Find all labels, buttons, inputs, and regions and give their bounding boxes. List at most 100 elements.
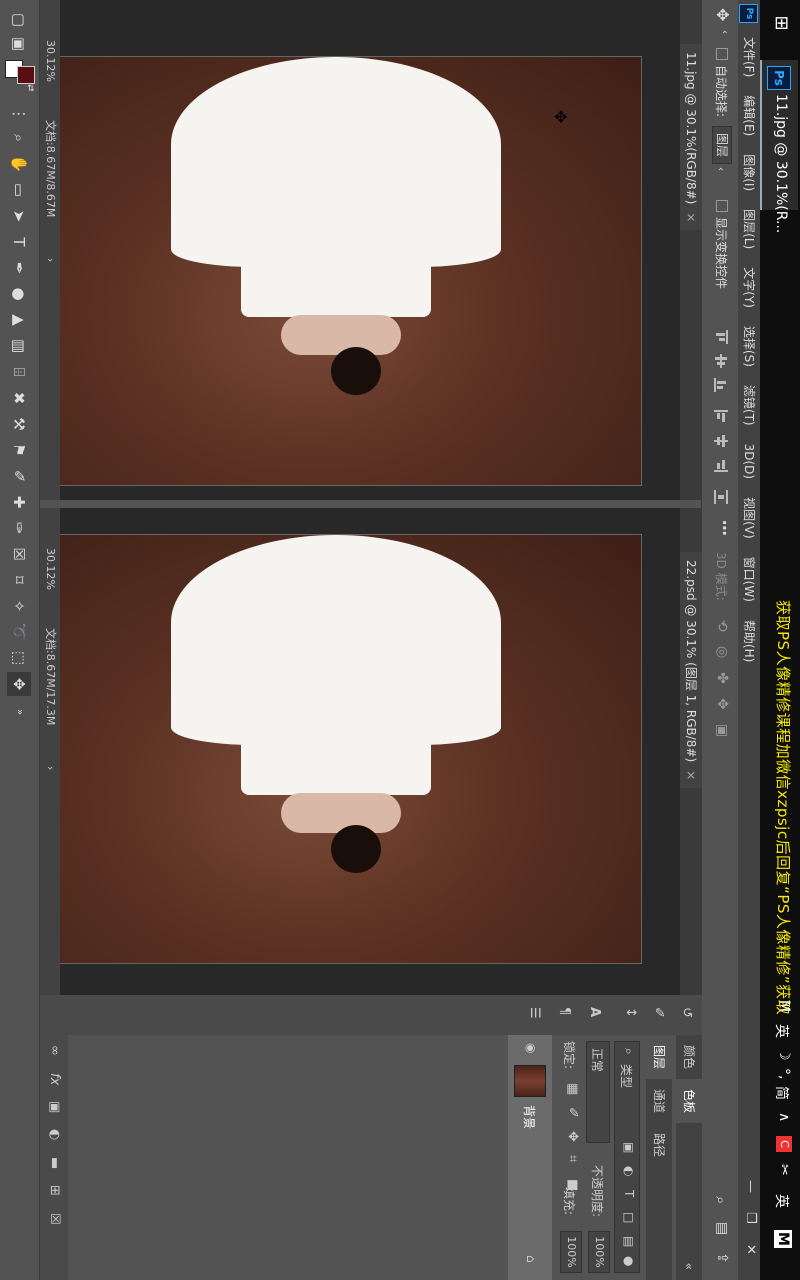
frame-tool-icon[interactable]: ☒: [7, 542, 31, 566]
menu-filter[interactable]: 滤镜(T): [738, 376, 760, 435]
tray-ime-label[interactable]: 英: [772, 1194, 792, 1208]
blend-mode-select[interactable]: 正常: [586, 1041, 610, 1143]
canvas-area-2[interactable]: [38, 508, 680, 995]
menu-type[interactable]: 文字(Y): [738, 258, 760, 317]
opacity-input[interactable]: 100%: [588, 1231, 610, 1273]
fx-icon[interactable]: fx: [47, 1073, 62, 1085]
healing-brush-icon[interactable]: ✚: [7, 490, 31, 514]
tray-app-icon[interactable]: C: [776, 1136, 792, 1152]
align-bottom-icon[interactable]: [714, 378, 728, 392]
menu-select[interactable]: 选择(S): [738, 317, 760, 376]
menu-image[interactable]: 图像(I): [738, 145, 760, 200]
menu-help[interactable]: 帮助(H): [738, 611, 760, 671]
shape-tool-icon[interactable]: ▭: [7, 178, 31, 202]
history-brush-icon[interactable]: ⚒: [7, 412, 31, 436]
delete-layer-icon[interactable]: ☒: [47, 1213, 62, 1225]
move-tool-preset-icon[interactable]: ✥: [713, 8, 732, 21]
lasso-tool-icon[interactable]: ➰: [7, 620, 31, 644]
document-tab-1[interactable]: 11.jpg @ 30.1%(RGB/8#) ×: [680, 44, 702, 231]
brush-settings-icon[interactable]: ✐: [651, 1007, 666, 1018]
filter-smart-icon[interactable]: ▤: [622, 1236, 636, 1247]
document-tab-2[interactable]: 22.psd @ 30.1% (图层 1, RGB/8#) ×: [680, 552, 702, 789]
hand-tool-icon[interactable]: ✋: [7, 152, 31, 176]
properties-icon[interactable]: ☰: [527, 1007, 542, 1019]
3d-pan-icon[interactable]: ✤: [714, 672, 730, 684]
zoom-tool-icon[interactable]: ⌕: [7, 126, 31, 150]
panel-collapse-icon[interactable]: «: [676, 1253, 702, 1280]
tray-expand-icon[interactable]: ∧: [776, 1112, 792, 1122]
align-horizontal-center-icon[interactable]: [714, 434, 728, 448]
adjustment-layer-icon[interactable]: ◐: [47, 1129, 62, 1140]
tab-color[interactable]: 颜色: [676, 1035, 702, 1079]
menu-3d[interactable]: 3D(D): [738, 435, 760, 488]
move-tool-icon[interactable]: ✥: [7, 672, 31, 696]
3d-orbit-icon[interactable]: ⟲: [714, 620, 730, 632]
tray-simplified-label[interactable]: 简: [772, 1086, 792, 1100]
zoom-level[interactable]: 30.12%: [40, 548, 60, 590]
tab-paths[interactable]: 路径: [646, 1123, 672, 1167]
lock-move-icon[interactable]: ✥: [565, 1131, 580, 1142]
close-tab-icon[interactable]: ×: [684, 770, 698, 780]
eyedropper-icon[interactable]: ✑: [7, 516, 31, 540]
workspace-icon[interactable]: ▤: [714, 1222, 730, 1235]
layer-row-background[interactable]: ◉ 背景 ⌂: [508, 1035, 552, 1280]
auto-select-target-select[interactable]: 图层 ‹: [712, 126, 732, 171]
menu-layer[interactable]: 图层(L): [738, 200, 760, 258]
auto-select-option[interactable]: 自动选择:: [713, 48, 730, 117]
character-icon[interactable]: A: [587, 1007, 602, 1017]
filter-pixel-icon[interactable]: ▣: [622, 1142, 636, 1153]
filter-shape-icon[interactable]: □: [622, 1212, 636, 1223]
tray-moon-icon[interactable]: ☽: [776, 1048, 792, 1061]
type-tool-icon[interactable]: T: [7, 230, 31, 254]
filter-adjust-icon[interactable]: ◐: [622, 1166, 636, 1176]
menu-window[interactable]: 窗口(W): [738, 548, 760, 611]
tab-swatches[interactable]: 色板: [676, 1079, 702, 1124]
blur-tool-icon[interactable]: ▲: [7, 308, 31, 332]
align-right-icon[interactable]: [714, 458, 728, 472]
tab-channels[interactable]: 通道: [646, 1079, 672, 1123]
brush-tool-icon[interactable]: ✐: [7, 464, 31, 488]
group-icon[interactable]: ▬: [47, 1157, 62, 1169]
3d-slide-icon[interactable]: ✥: [714, 698, 730, 710]
new-layer-icon[interactable]: ⊞: [47, 1185, 62, 1196]
show-transform-option[interactable]: 显示变换控件: [713, 200, 730, 289]
taskbar-photoshop-item[interactable]: Ps 11.jpg @ 30.1%(R...: [760, 60, 798, 233]
crop-tool-icon[interactable]: ⌑: [7, 568, 31, 592]
pen-tool-icon[interactable]: ✒: [7, 256, 31, 280]
auto-select-checkbox[interactable]: [716, 48, 728, 60]
tray-m-icon[interactable]: M: [774, 1230, 792, 1248]
menu-file[interactable]: 文件(F): [738, 28, 760, 86]
lock-icon[interactable]: ⌂: [524, 1255, 538, 1263]
distribute-icon[interactable]: [714, 490, 728, 504]
share-icon[interactable]: ⇪: [714, 1252, 730, 1264]
show-transform-checkbox[interactable]: [716, 200, 728, 212]
align-left-icon[interactable]: [714, 410, 728, 424]
tray-scissors-icon[interactable]: ✂: [776, 1164, 792, 1176]
swap-colors-icon[interactable]: ⇄: [25, 84, 35, 94]
edit-toolbar-icon[interactable]: ⋮: [7, 102, 31, 126]
tray-punct-icon[interactable]: °,: [776, 1068, 792, 1079]
paint-bucket-icon[interactable]: ⌹: [7, 360, 31, 384]
dodge-tool-icon[interactable]: ●: [7, 282, 31, 306]
close-window-button[interactable]: ✕: [743, 1244, 758, 1255]
3d-roll-icon[interactable]: ◎: [714, 646, 730, 658]
canvas-area-1[interactable]: ✥: [38, 0, 680, 500]
visibility-eye-icon[interactable]: ◉: [524, 1043, 538, 1053]
more-options-icon[interactable]: ⋯: [715, 520, 734, 536]
eraser-tool-icon[interactable]: ✖: [7, 386, 31, 410]
gradient-tool-icon[interactable]: ▥: [7, 334, 31, 358]
3d-scale-icon[interactable]: ▣: [714, 724, 730, 737]
status-menu-arrow-icon[interactable]: ›: [40, 258, 60, 262]
lock-transparent-icon[interactable]: ▦: [565, 1083, 580, 1095]
layer-filter-bar[interactable]: ⌕ 类型 ▣ ◐ T □ ▤ ●: [614, 1041, 640, 1273]
path-select-icon[interactable]: ➤: [7, 204, 31, 228]
screen-mode-icon[interactable]: ▣: [7, 32, 31, 56]
restore-button[interactable]: ❒: [743, 1212, 758, 1224]
zoom-level[interactable]: 30.12%: [40, 40, 60, 82]
toolbar-collapse-icon[interactable]: »: [7, 700, 31, 724]
close-tab-icon[interactable]: ×: [684, 212, 698, 222]
tray-ime-icon[interactable]: M: [776, 1000, 792, 1012]
clone-stamp-icon[interactable]: ⚑: [7, 438, 31, 462]
lock-brush-icon[interactable]: ✐: [565, 1107, 580, 1118]
quick-mask-icon[interactable]: ▢: [7, 8, 31, 32]
